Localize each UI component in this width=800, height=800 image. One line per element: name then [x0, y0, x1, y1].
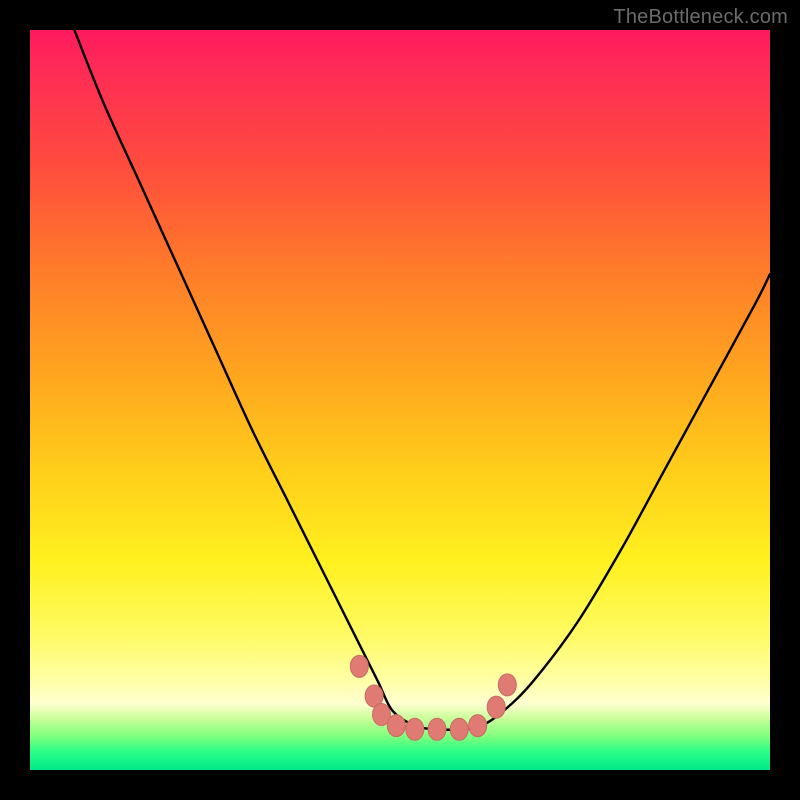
curve-marker — [387, 715, 405, 737]
curve-marker — [487, 696, 505, 718]
chart-frame: TheBottleneck.com — [0, 0, 800, 800]
curve-marker — [450, 718, 468, 740]
plot-area — [30, 30, 770, 770]
curve-marker — [406, 718, 424, 740]
curve-marker — [428, 718, 446, 740]
curve-marker — [498, 674, 516, 696]
curve-marker — [469, 715, 487, 737]
watermark-label: TheBottleneck.com — [613, 6, 788, 29]
curve-marker — [350, 655, 368, 677]
curve-layer — [30, 30, 770, 770]
bottleneck-curve — [74, 30, 770, 730]
marker-group — [350, 655, 516, 740]
